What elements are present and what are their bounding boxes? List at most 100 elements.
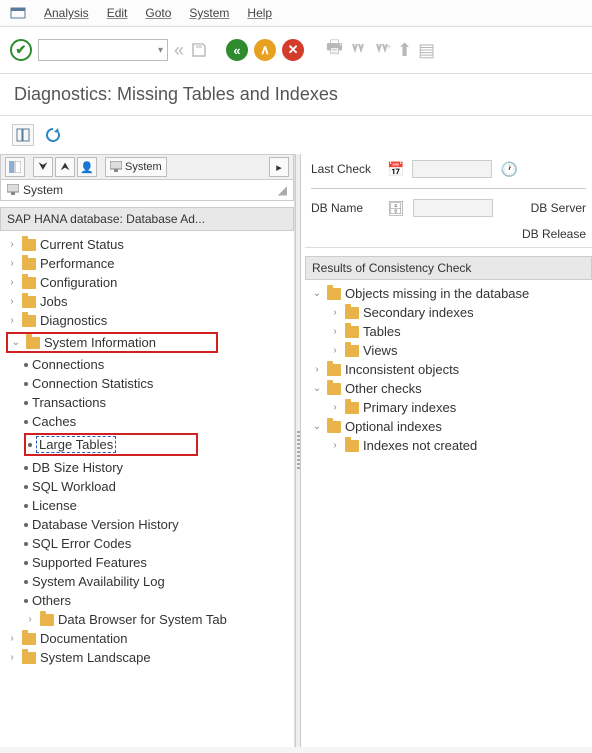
back-icon[interactable]: «	[226, 39, 248, 61]
tree-label: System Landscape	[40, 650, 151, 665]
tree-label: Connections	[32, 357, 104, 372]
leaf-icon	[24, 420, 28, 424]
cancel-icon[interactable]: ✕	[282, 39, 304, 61]
tree-data-browser[interactable]: ›Data Browser for System Tab	[2, 610, 292, 629]
sub-toolbar	[0, 116, 592, 154]
folder-icon	[40, 614, 54, 626]
menu-analysis[interactable]: Analysis	[44, 6, 89, 20]
tree-current-status[interactable]: ›Current Status	[2, 235, 292, 254]
db-release-label: DB Release	[522, 227, 586, 241]
tree-configuration[interactable]: ›Configuration	[2, 273, 292, 292]
tree-primary-indexes[interactable]: ›Primary indexes	[307, 398, 590, 417]
svg-text:+: +	[387, 44, 391, 51]
app-menu-icon[interactable]	[10, 6, 26, 20]
tree-label: Current Status	[40, 237, 124, 252]
calendar-icon[interactable]: 📅	[387, 161, 404, 178]
tree-label: Jobs	[40, 294, 67, 309]
tree-documentation[interactable]: ›Documentation	[2, 629, 292, 648]
tree-label: Documentation	[40, 631, 127, 646]
tree-performance[interactable]: ›Performance	[2, 254, 292, 273]
exit-icon[interactable]: ∧	[254, 39, 276, 61]
main-split: ⮟ ⮝ 👤 System ▸ System ◢ SAP HANA databas…	[0, 154, 592, 747]
tree-system-availability-log[interactable]: System Availability Log	[2, 572, 292, 591]
leaf-icon	[24, 485, 28, 489]
tree-supported-features[interactable]: Supported Features	[2, 553, 292, 572]
db-release-row: DB Release	[311, 227, 586, 241]
command-field[interactable]: ▾	[38, 39, 168, 61]
tree-layout-icon[interactable]	[5, 157, 25, 177]
folder-icon	[22, 258, 36, 270]
tree-optional-indexes[interactable]: ⌄Optional indexes	[307, 417, 590, 436]
tree-inconsistent-objects[interactable]: ›Inconsistent objects	[307, 360, 590, 379]
menu-help[interactable]: Help	[247, 6, 272, 20]
tree-sql-error-codes[interactable]: SQL Error Codes	[2, 534, 292, 553]
tree-other-checks[interactable]: ⌄Other checks	[307, 379, 590, 398]
folder-icon	[327, 364, 341, 376]
tree-db-size-history[interactable]: DB Size History	[2, 458, 292, 477]
tree-system-landscape[interactable]: ›System Landscape	[2, 648, 292, 667]
tree-diagnostics[interactable]: ›Diagnostics	[2, 311, 292, 330]
left-pane: ⮟ ⮝ 👤 System ▸ System ◢ SAP HANA databas…	[0, 154, 295, 747]
right-tree: ⌄Objects missing in the database ›Second…	[305, 280, 592, 747]
tree-label: Other checks	[345, 381, 422, 396]
system-dropdown[interactable]: System	[105, 157, 167, 177]
system-selector[interactable]: System ◢	[0, 179, 294, 201]
menu-goto[interactable]: Goto	[145, 6, 171, 20]
page-title: Diagnostics: Missing Tables and Indexes	[0, 74, 592, 116]
last-check-date-field[interactable]	[412, 160, 492, 178]
export-icon[interactable]: ⬆	[397, 40, 412, 61]
clock-icon[interactable]: 🕐	[500, 161, 517, 178]
tree-sql-workload[interactable]: SQL Workload	[2, 477, 292, 496]
find-next-icon[interactable]: +	[373, 41, 391, 59]
system-resize-icon[interactable]: ◢	[278, 183, 287, 197]
tree-db-version-history[interactable]: Database Version History	[2, 515, 292, 534]
folder-icon	[22, 652, 36, 664]
tree-objects-missing[interactable]: ⌄Objects missing in the database	[307, 284, 590, 303]
print-icon[interactable]: 🖶	[326, 35, 343, 65]
folder-icon	[345, 307, 359, 319]
db-section-header: SAP HANA database: Database Ad...	[0, 207, 294, 231]
right-pane: Last Check 📅 🕐 DB Name 🗄 DB Server DB Re…	[301, 154, 592, 747]
tree-connection-statistics[interactable]: Connection Statistics	[2, 374, 292, 393]
tree-indexes-not-created[interactable]: ›Indexes not created	[307, 436, 590, 455]
expand-all-icon[interactable]: ⮝	[55, 157, 75, 177]
menu-bar: Analysis Edit Goto System Help	[0, 0, 592, 27]
collapse-all-icon[interactable]: ⮟	[33, 157, 53, 177]
tree-others[interactable]: Others	[2, 591, 292, 610]
leaf-icon	[28, 443, 32, 447]
ok-icon[interactable]: ✔	[10, 39, 32, 61]
tree-large-tables[interactable]: Large Tables	[2, 431, 292, 458]
overflow-icon[interactable]: ▸	[269, 157, 289, 177]
tree-secondary-indexes[interactable]: ›Secondary indexes	[307, 303, 590, 322]
folder-icon	[22, 239, 36, 251]
tree-views[interactable]: ›Views	[307, 341, 590, 360]
find-icon[interactable]	[349, 41, 367, 59]
system-dropdown-label: System	[125, 161, 162, 173]
main-toolbar: ✔ ▾ « « ∧ ✕ 🖶 + ⬆ ▤	[0, 27, 592, 74]
tree-label: Diagnostics	[40, 313, 107, 328]
tree-caches[interactable]: Caches	[2, 412, 292, 431]
save-icon[interactable]	[190, 41, 208, 59]
leaf-icon	[24, 363, 28, 367]
tree-label: Inconsistent objects	[345, 362, 459, 377]
tree-connections[interactable]: Connections	[2, 355, 292, 374]
tree-system-information[interactable]: ⌄System Information	[2, 330, 292, 355]
layout-icon[interactable]: ▤	[418, 40, 435, 61]
leaf-icon	[24, 599, 28, 603]
user-icon[interactable]: 👤	[77, 157, 97, 177]
tree-tables[interactable]: ›Tables	[307, 322, 590, 341]
menu-edit[interactable]: Edit	[107, 6, 128, 20]
leaf-icon	[24, 401, 28, 405]
nav-back-icon[interactable]: «	[174, 40, 184, 61]
refresh-icon[interactable]	[42, 124, 64, 146]
tree-transactions[interactable]: Transactions	[2, 393, 292, 412]
tree-license[interactable]: License	[2, 496, 292, 515]
db-name-field[interactable]	[413, 199, 493, 217]
db-name-label: DB Name	[311, 201, 379, 215]
menu-system[interactable]: System	[189, 6, 229, 20]
left-tree: ›Current Status ›Performance ›Configurat…	[0, 231, 294, 747]
tree-jobs[interactable]: ›Jobs	[2, 292, 292, 311]
folder-icon	[22, 633, 36, 645]
tree-label: Tables	[363, 324, 401, 339]
layout-settings-icon[interactable]	[12, 124, 34, 146]
